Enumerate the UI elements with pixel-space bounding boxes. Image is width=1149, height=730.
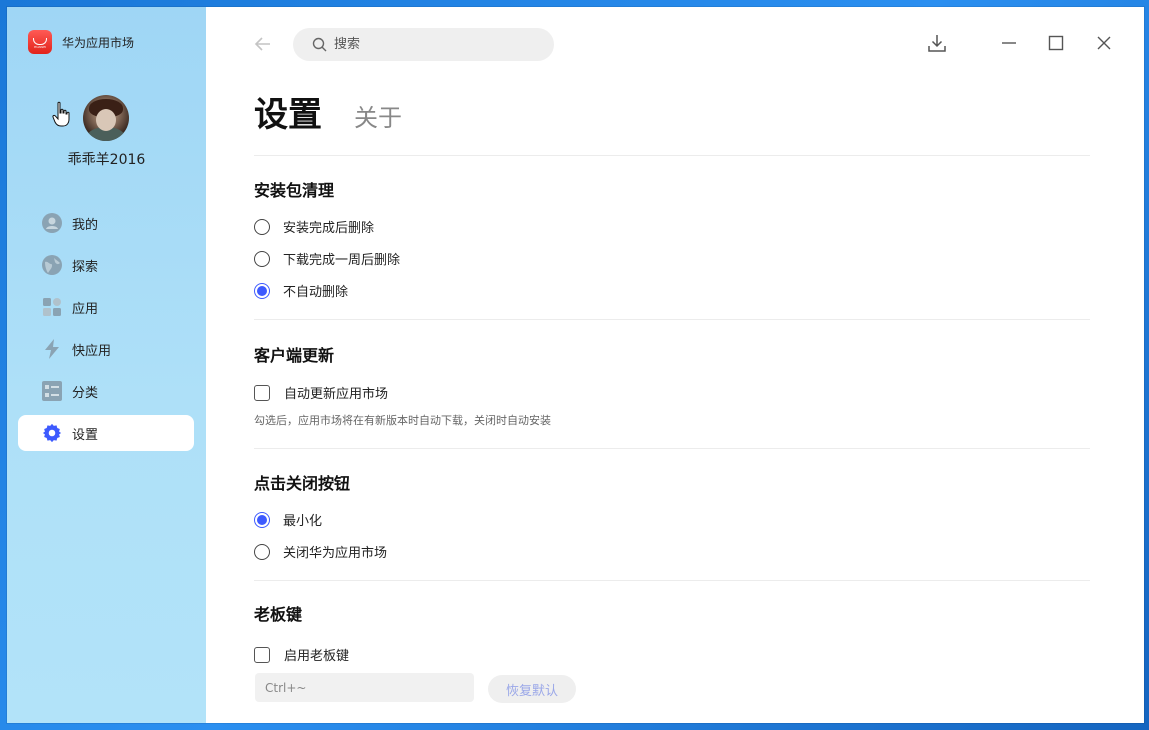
search-bar[interactable] (293, 28, 554, 61)
sidebar-item-explore[interactable]: 探索 (18, 247, 194, 283)
checkbox[interactable] (254, 646, 270, 663)
close-button[interactable] (1094, 33, 1114, 53)
minimize-button[interactable] (999, 33, 1019, 53)
sidebar-item-label: 我的 (72, 217, 99, 233)
divider (254, 448, 1090, 449)
download-button[interactable] (927, 33, 947, 53)
radio-label: 关闭华为应用市场 (283, 546, 388, 561)
main-content: 设置 关于 安装包清理 安装完成后删除 下载完成一周后删除 不自动删除 客户端更… (206, 7, 1144, 723)
sidebar-item-mine[interactable]: 我的 (18, 205, 194, 241)
sidebar-item-label: 分类 (72, 385, 99, 401)
checkbox-label: 自动更新应用市场 (284, 387, 389, 402)
radio-option-no-auto-delete[interactable]: 不自动删除 (254, 281, 348, 300)
checkbox-option-auto-update[interactable]: 自动更新应用市场 (254, 383, 388, 402)
radio-button-selected[interactable] (254, 511, 270, 528)
radio-option-delete-after-week[interactable]: 下载完成一周后删除 (254, 249, 400, 268)
sidebar-item-categories[interactable]: 分类 (18, 373, 194, 409)
sidebar-item-label: 设置 (72, 427, 99, 443)
auto-update-hint: 勾选后，应用市场将在有新版本时自动下载，关闭时自动安装 (254, 414, 551, 427)
section-title-close-button: 点击关闭按钮 (254, 474, 351, 493)
radio-button[interactable] (254, 250, 270, 267)
divider (254, 580, 1090, 581)
radio-label: 下载完成一周后删除 (283, 253, 401, 268)
page-tabs: 设置 关于 (254, 87, 402, 136)
sidebar: HUAWEI 华为应用市场 乖乖羊2016 我的 探索 应用 快应用 分类 设置 (7, 7, 206, 723)
hotkey-input[interactable] (255, 673, 474, 702)
username[interactable]: 乖乖羊2016 (7, 149, 206, 169)
checkbox[interactable] (254, 384, 270, 401)
tab-settings[interactable]: 设置 (254, 87, 322, 136)
restore-default-button[interactable]: 恢复默认 (488, 675, 576, 703)
avatar[interactable] (83, 95, 129, 141)
search-icon (312, 37, 327, 52)
checkbox-label: 启用老板键 (284, 649, 350, 664)
maximize-icon (1048, 35, 1064, 51)
person-icon (42, 213, 62, 233)
sidebar-item-settings[interactable]: 设置 (18, 415, 194, 451)
maximize-button[interactable] (1046, 33, 1066, 53)
app-title: 华为应用市场 (62, 35, 135, 50)
search-input[interactable] (332, 36, 536, 53)
close-icon (1097, 36, 1111, 50)
sidebar-item-label: 应用 (72, 301, 99, 317)
radio-label: 安装完成后删除 (283, 221, 375, 236)
huawei-appgallery-logo-icon: HUAWEI (28, 30, 52, 54)
divider (254, 155, 1090, 156)
tab-about[interactable]: 关于 (354, 98, 402, 133)
minimize-icon (1002, 42, 1016, 44)
sidebar-nav: 我的 探索 应用 快应用 分类 设置 (18, 205, 194, 457)
section-title-client-update: 客户端更新 (254, 346, 335, 365)
lightning-icon (42, 339, 62, 359)
app-window: HUAWEI 华为应用市场 乖乖羊2016 我的 探索 应用 快应用 分类 设置… (7, 7, 1144, 723)
download-icon (928, 35, 946, 52)
sidebar-item-label: 快应用 (72, 343, 112, 359)
divider (254, 319, 1090, 320)
section-title-package-cleanup: 安装包清理 (254, 181, 335, 200)
globe-icon (42, 255, 62, 275)
gear-icon (42, 423, 62, 443)
radio-option-close-app[interactable]: 关闭华为应用市场 (254, 542, 387, 561)
radio-option-delete-after-install[interactable]: 安装完成后删除 (254, 217, 374, 236)
radio-button[interactable] (254, 218, 270, 235)
sidebar-item-label: 探索 (72, 259, 99, 275)
sidebar-item-apps[interactable]: 应用 (18, 289, 194, 325)
checkbox-option-enable-boss-key[interactable]: 启用老板键 (254, 645, 349, 664)
radio-label: 不自动删除 (283, 285, 349, 300)
radio-button[interactable] (254, 543, 270, 560)
hand-cursor-icon (52, 101, 70, 127)
back-arrow-icon[interactable] (254, 35, 272, 53)
app-brand: HUAWEI 华为应用市场 (28, 30, 134, 54)
section-title-boss-key: 老板键 (254, 605, 303, 624)
radio-label: 最小化 (283, 514, 323, 529)
sidebar-item-quick-apps[interactable]: 快应用 (18, 331, 194, 367)
radio-button-selected[interactable] (254, 282, 270, 299)
apps-grid-icon (42, 297, 62, 317)
category-list-icon (42, 381, 62, 401)
radio-option-minimize[interactable]: 最小化 (254, 510, 322, 529)
